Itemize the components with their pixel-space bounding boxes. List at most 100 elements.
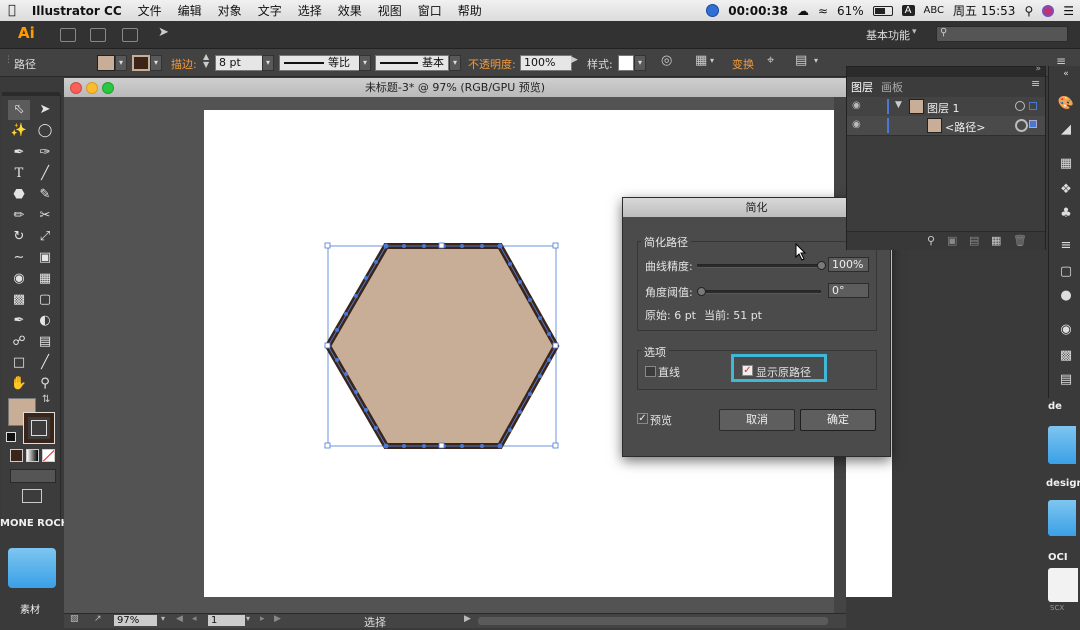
close-window-button[interactable]	[70, 82, 82, 94]
variable-width-profile[interactable]: 等比	[279, 55, 361, 71]
fill-swatch[interactable]	[97, 55, 115, 71]
line-segment-tool-icon[interactable]: ╱	[34, 164, 56, 184]
battery-icon[interactable]	[872, 5, 893, 16]
menu-view[interactable]: 视图	[370, 2, 410, 19]
input-source-label[interactable]: ABC	[924, 5, 945, 16]
visibility-eye-icon[interactable]: ◉	[852, 119, 861, 130]
preview-label[interactable]: 预览	[650, 412, 672, 428]
symbols-panel-icon[interactable]: ♣	[1057, 206, 1075, 222]
direct-selection-tool-icon[interactable]: ➤	[34, 100, 56, 120]
opacity-label[interactable]: 不透明度:	[468, 56, 516, 72]
search-help-input[interactable]: ⚲	[936, 26, 1068, 42]
magic-wand-tool-icon[interactable]: ✨	[8, 121, 30, 141]
collapse-panel-icon[interactable]: »	[1035, 64, 1041, 74]
artboard-tool-icon[interactable]: □	[8, 353, 30, 373]
selection-indicator[interactable]	[1029, 120, 1037, 128]
zoom-window-button[interactable]	[102, 82, 114, 94]
opacity-arrow-icon[interactable]: ▶	[571, 55, 578, 65]
export-icon[interactable]: ↗	[94, 614, 102, 624]
straight-lines-checkbox[interactable]	[645, 366, 656, 377]
color-panel-icon[interactable]: 🎨	[1057, 96, 1075, 112]
desktop-file-icon[interactable]	[1048, 568, 1078, 602]
menu-help[interactable]: 帮助	[450, 2, 490, 19]
graphic-style-swatch[interactable]	[618, 55, 634, 71]
pen-tool-icon[interactable]: ✒	[8, 143, 30, 163]
control-menu-icon[interactable]: ▾	[814, 56, 818, 65]
rotate-tool-icon[interactable]: ↻	[8, 227, 30, 247]
minimize-window-button[interactable]	[86, 82, 98, 94]
desktop-folder-label[interactable]: 素材	[20, 601, 40, 616]
target-circle-icon[interactable]	[1015, 119, 1028, 132]
zoom-level-field[interactable]: 97%	[114, 615, 157, 626]
layer-row[interactable]: ◉ ▼ 图层 1	[847, 97, 1045, 117]
polygon-tool-icon[interactable]: ⬣	[8, 185, 30, 205]
menu-edit[interactable]: 编辑	[170, 2, 210, 19]
preview-checkbox[interactable]: ✓	[637, 413, 648, 424]
menu-type[interactable]: 文字	[250, 2, 290, 19]
desktop-folder-icon[interactable]	[8, 548, 56, 588]
tab-artboards[interactable]: 画板	[881, 79, 903, 95]
target-circle-icon[interactable]	[1015, 101, 1025, 111]
type-tool-icon[interactable]: T	[8, 164, 30, 184]
slice-tool-icon[interactable]: ╱	[34, 353, 56, 373]
show-original-label[interactable]: 显示原路径	[756, 364, 811, 380]
symbol-sprayer-tool-icon[interactable]: ☍	[8, 332, 30, 352]
stroke-stepper-icon[interactable]: ▲ ▼	[203, 53, 209, 69]
mesh-tool-icon[interactable]: ▩	[8, 290, 30, 310]
scale-tool-icon[interactable]: ⤢	[34, 227, 56, 247]
lasso-tool-icon[interactable]: ◯	[34, 121, 56, 141]
scissors-tool-icon[interactable]: ✂	[34, 206, 56, 226]
layers-dock-icon[interactable]: ▤	[1057, 372, 1075, 388]
swap-fill-stroke-icon[interactable]: ⇅	[42, 394, 50, 405]
arrange-documents-icon[interactable]	[122, 28, 138, 42]
zoom-tool-icon[interactable]: ⚲	[34, 374, 56, 394]
horizontal-scrollbar[interactable]	[478, 617, 828, 625]
spotlight-icon[interactable]: ⚲	[1024, 4, 1033, 18]
last-artboard-icon[interactable]: ▶	[274, 614, 281, 624]
stroke-panel-icon[interactable]: ≡	[1057, 238, 1075, 254]
shape-builder-tool-icon[interactable]: ◉	[8, 269, 30, 289]
gradient-mode-icon[interactable]	[26, 449, 39, 462]
curve-precision-knob[interactable]	[817, 261, 826, 270]
brush-definition[interactable]: 基本	[375, 55, 449, 71]
layer-name[interactable]: <路径>	[945, 119, 985, 135]
angle-threshold-slider[interactable]	[697, 290, 821, 294]
layer-row[interactable]: ◉ <路径>	[847, 116, 1045, 136]
selection-tool-icon[interactable]: ⬁	[8, 100, 30, 120]
notification-center-icon[interactable]: ☰	[1063, 4, 1074, 18]
layer-name[interactable]: 图层 1	[927, 100, 960, 116]
straight-lines-label[interactable]: 直线	[658, 364, 680, 380]
shaper-tool-icon[interactable]: ✏	[8, 206, 30, 226]
default-fill-stroke-icon[interactable]	[6, 432, 16, 442]
hand-tool-icon[interactable]: ✋	[8, 374, 30, 394]
zoom-dropdown-icon[interactable]: ▾	[161, 614, 165, 623]
record-icon[interactable]	[706, 4, 720, 17]
cancel-button[interactable]: 取消	[719, 409, 795, 431]
fill-dropdown-icon[interactable]: ▾	[115, 55, 127, 71]
new-layer-icon[interactable]: ▦	[991, 234, 1001, 247]
ok-button[interactable]: 确定	[800, 409, 876, 431]
layers-panel-menu-icon[interactable]: ≡	[1031, 77, 1040, 90]
recolor-artwork-icon[interactable]: ◎	[661, 53, 672, 68]
clock-text[interactable]: 周五 15:53	[953, 2, 1015, 19]
transform-corners-icon[interactable]: ⌖	[767, 53, 774, 68]
color-guide-icon[interactable]: ◢	[1057, 122, 1075, 138]
delete-layer-icon[interactable]: 🗑	[1013, 234, 1027, 247]
blend-tool-icon[interactable]: ◐	[34, 311, 56, 331]
perspective-grid-tool-icon[interactable]: ▦	[34, 269, 56, 289]
next-artboard-icon[interactable]: ▸	[260, 614, 265, 624]
drawing-mode-icon[interactable]	[10, 469, 56, 483]
angle-threshold-value[interactable]: 0°	[828, 283, 869, 298]
curvature-tool-icon[interactable]: ✑	[34, 143, 56, 163]
color-mode-icon[interactable]	[10, 449, 23, 462]
stroke-weight-dropdown-icon[interactable]: ▾	[262, 55, 274, 71]
selection-indicator[interactable]	[1029, 102, 1037, 110]
first-artboard-icon[interactable]: ◀	[176, 614, 183, 624]
align-dropdown-icon[interactable]: ▾	[710, 56, 714, 65]
width-tool-icon[interactable]: ∼	[8, 248, 30, 268]
curve-precision-slider[interactable]	[697, 264, 821, 268]
new-sublayer-icon[interactable]: ▤	[969, 234, 979, 247]
make-clipping-mask-icon[interactable]: ▣	[947, 234, 957, 247]
angle-threshold-knob[interactable]	[697, 287, 706, 296]
brushes-panel-icon[interactable]: ❖	[1057, 182, 1075, 198]
